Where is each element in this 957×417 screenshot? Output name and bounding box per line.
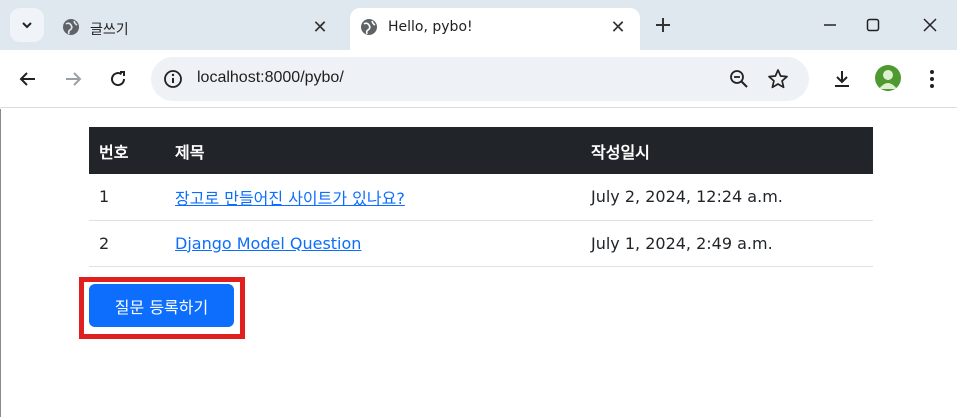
question-table: 번호 제목 작성일시 1 장고로 만들어진 사이트가 있나요? July 2, …	[89, 127, 873, 267]
tab-title: 글쓰기	[90, 22, 129, 38]
register-question-button[interactable]: 질문 등록하기	[89, 284, 234, 327]
window-close-button[interactable]	[917, 12, 943, 38]
page-content: 번호 제목 작성일시 1 장고로 만들어진 사이트가 있나요? July 2, …	[0, 109, 957, 417]
tab-hello-pybo[interactable]: Hello, pybo! ✕	[350, 8, 640, 50]
row-title-cell: 장고로 만들어진 사이트가 있나요?	[165, 174, 581, 221]
tab-write[interactable]: 글쓰기 ✕	[52, 8, 342, 50]
globe-icon	[63, 19, 79, 35]
browser-toolbar: localhost:8000/pybo/	[0, 50, 957, 108]
minimize-icon	[824, 24, 836, 26]
new-tab-button[interactable]	[650, 12, 676, 38]
site-info-icon[interactable]	[163, 69, 183, 89]
minimize-button[interactable]	[817, 12, 843, 38]
maximize-icon	[866, 18, 880, 32]
arrow-right-icon	[66, 72, 82, 86]
zoom-out-icon[interactable]	[729, 69, 749, 89]
profile-avatar[interactable]	[875, 65, 901, 91]
row-number: 2	[89, 220, 165, 267]
plus-icon	[656, 18, 670, 32]
tab-title: Hello, pybo!	[388, 19, 473, 35]
address-url: localhost:8000/pybo/	[197, 69, 344, 86]
question-link[interactable]: Django Model Question	[175, 234, 361, 253]
table-header-row: 번호 제목 작성일시	[89, 127, 873, 174]
row-date: July 1, 2024, 2:49 a.m.	[581, 220, 873, 267]
download-icon	[835, 71, 849, 87]
question-link[interactable]: 장고로 만들어진 사이트가 있나요?	[175, 189, 405, 208]
maximize-button[interactable]	[860, 12, 886, 38]
tab-strip: 글쓰기 ✕ Hello, pybo! ✕	[0, 0, 957, 50]
header-number: 번호	[99, 142, 129, 162]
tab-search-button[interactable]	[10, 8, 44, 42]
close-tab-icon[interactable]: ✕	[608, 17, 628, 38]
forward-button[interactable]	[60, 66, 86, 92]
reload-button[interactable]	[105, 66, 131, 92]
globe-icon	[361, 19, 377, 35]
table-row: 2 Django Model Question July 1, 2024, 2:…	[89, 220, 873, 267]
chevron-down-icon	[22, 22, 32, 29]
back-button[interactable]	[15, 66, 41, 92]
row-number: 1	[89, 174, 165, 221]
downloads-button[interactable]	[829, 66, 855, 92]
close-tab-icon[interactable]: ✕	[310, 17, 330, 38]
table-row: 1 장고로 만들어진 사이트가 있나요? July 2, 2024, 12:24…	[89, 174, 873, 221]
header-date: 작성일시	[591, 142, 650, 162]
browser-menu-button[interactable]	[919, 66, 945, 92]
person-icon	[879, 70, 897, 89]
row-date: July 2, 2024, 12:24 a.m.	[581, 174, 873, 221]
arrow-left-icon	[19, 72, 35, 86]
address-bar[interactable]: localhost:8000/pybo/	[151, 57, 809, 101]
header-title: 제목	[175, 142, 205, 162]
reload-icon	[111, 71, 126, 87]
more-vertical-icon	[930, 70, 934, 88]
row-title-cell: Django Model Question	[165, 220, 581, 267]
bookmark-star-icon[interactable]	[767, 68, 789, 90]
close-icon	[923, 18, 937, 32]
